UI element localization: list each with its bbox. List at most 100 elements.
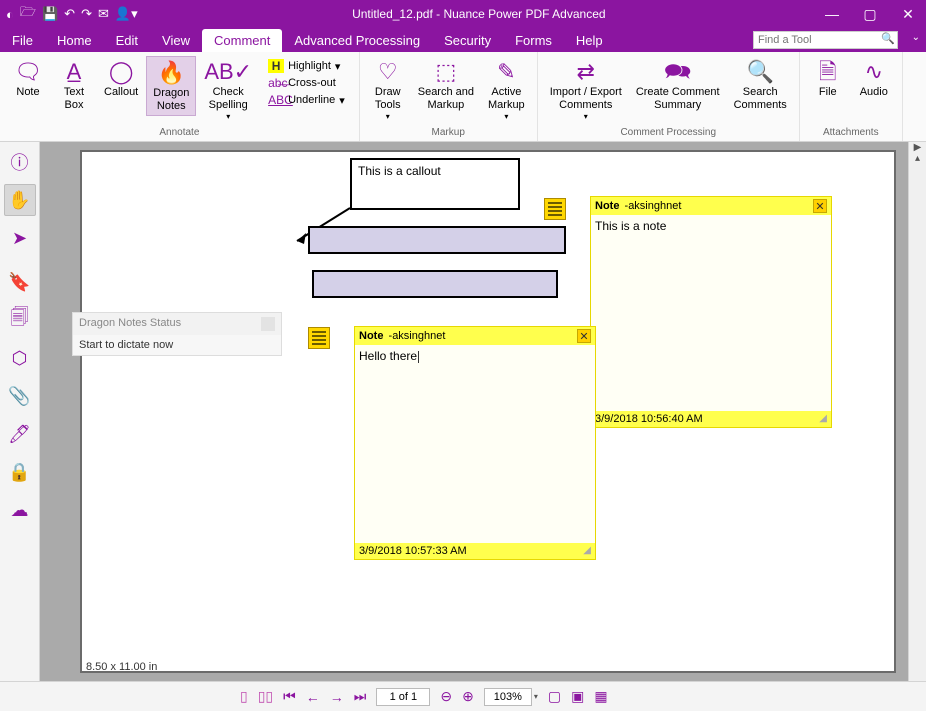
underline-icon: ABC (268, 93, 284, 107)
scroll-right-icon[interactable]: ▶ (909, 142, 926, 153)
draw-icon: ♡ (378, 58, 398, 86)
tool-arrow[interactable]: ➤ (4, 222, 36, 254)
text-caret (418, 351, 419, 363)
zoom-in-icon[interactable]: ⊕ (462, 688, 474, 705)
ribbon-attach-audio[interactable]: ∿Audio (852, 56, 896, 101)
sticky-note-1[interactable]: Note - aksinghnet ✕ This is a note 3/9/2… (590, 196, 832, 428)
ribbon-highlight[interactable]: HHighlight ▾ (264, 58, 349, 74)
qat-save-icon[interactable]: 💾 (42, 6, 58, 22)
status-bar: ▯ ▯▯ ⏮ ← → ⏭ ⊖ ⊕ ▾ ▢ ▣ ▦ (0, 681, 926, 711)
highlight-icon: H (268, 59, 284, 73)
dragon-panel-title: Dragon Notes Status (79, 317, 181, 331)
zoom-out-icon[interactable]: ⊖ (440, 688, 452, 705)
summary-icon: 🗪 (664, 58, 691, 86)
tool-lock[interactable]: 🔒 (4, 456, 36, 488)
ribbon-note[interactable]: 🗨Note (6, 56, 50, 101)
group-markup-label: Markup (432, 126, 465, 139)
layout-1-icon[interactable]: ▢ (548, 688, 561, 705)
qat-redo-icon[interactable]: ↷ (81, 6, 92, 22)
nav-first-icon[interactable]: ⏮ (283, 688, 296, 705)
sticky-note-2-close[interactable]: ✕ (577, 329, 591, 343)
file-icon: 🗎 (819, 58, 837, 86)
tool-cloud[interactable]: ☁ (4, 494, 36, 526)
form-field-1[interactable] (308, 226, 566, 254)
ribbon-expand-icon[interactable]: ⌄ (912, 32, 920, 43)
sticky-note-2[interactable]: Note - aksinghnet ✕ Hello there 3/9/2018… (354, 326, 596, 560)
sticky-note-1-footer: 3/9/2018 10:56:40 AM◢ (591, 411, 831, 427)
nav-last-icon[interactable]: ⏭ (354, 688, 367, 705)
qat-undo-icon[interactable]: ↶ (64, 6, 75, 22)
ribbon-search-markup[interactable]: ⬚Search and Markup (412, 56, 480, 114)
ribbon-draw-tools[interactable]: ♡Draw Tools▾ (366, 56, 410, 124)
sticky-note-icon-2[interactable] (308, 327, 330, 349)
maximize-button[interactable]: ▢ (852, 0, 888, 28)
tool-pages[interactable]: 🗐 (4, 304, 36, 336)
ribbon-search-comments[interactable]: 🔍Search Comments (728, 56, 793, 114)
ribbon-underline[interactable]: ABCUnderline ▾ (264, 92, 349, 108)
ribbon-spelling[interactable]: AB✓Check Spelling▾ (198, 56, 258, 124)
layout-2-icon[interactable]: ▣ (571, 688, 584, 705)
search-comments-icon: 🔍 (746, 58, 773, 86)
menu-forms[interactable]: Forms (503, 29, 564, 52)
app-icon: ◐ (6, 7, 14, 22)
workspace: ⓘ ✋ ➤ 🔖 🗐 ⬡ 📎 🖊 🔒 ☁ This is a callout No… (0, 142, 926, 681)
ribbon-crossout[interactable]: ab̶c̶Cross-out (264, 75, 349, 91)
nav-prev-icon[interactable]: ← (306, 689, 320, 705)
zoom-input[interactable] (484, 688, 532, 706)
ribbon-dragon-notes[interactable]: 🔥Dragon Notes (146, 56, 196, 116)
form-field-2[interactable] (312, 270, 558, 298)
side-tools-panel: ⓘ ✋ ➤ 🔖 🗐 ⬡ 📎 🖊 🔒 ☁ (0, 142, 40, 681)
qat-mail-icon[interactable]: ✉ (98, 6, 109, 22)
ribbon-import-export[interactable]: ⇄Import / Export Comments▾ (544, 56, 628, 124)
textbox-icon: A̲ (67, 58, 82, 86)
page-number-input[interactable] (376, 688, 430, 706)
tool-sign[interactable]: 🖊 (4, 418, 36, 450)
menu-edit[interactable]: Edit (104, 29, 150, 52)
ribbon-attach-file[interactable]: 🗎File (806, 56, 850, 101)
callout-annotation[interactable]: This is a callout (350, 158, 520, 210)
view-single-icon[interactable]: ▯ (240, 688, 248, 705)
ribbon-textbox[interactable]: A̲Text Box (52, 56, 96, 114)
dragon-icon: 🔥 (158, 59, 185, 87)
qat-open-icon[interactable]: 🗁 (20, 3, 36, 25)
sticky-note-1-body[interactable]: This is a note (591, 215, 831, 411)
sticky-note-1-close[interactable]: ✕ (813, 199, 827, 213)
menu-bar: File Home Edit View Comment Advanced Pro… (0, 28, 926, 52)
menu-view[interactable]: View (150, 29, 202, 52)
resize-handle[interactable]: ◢ (583, 545, 591, 557)
menu-advanced[interactable]: Advanced Processing (282, 29, 432, 52)
resize-handle[interactable]: ◢ (819, 413, 827, 425)
nav-next-icon[interactable]: → (330, 689, 344, 705)
dragon-panel-toggle[interactable] (261, 317, 275, 331)
document-area: This is a callout Note - aksinghnet ✕ Th… (40, 142, 926, 681)
view-continuous-icon[interactable]: ▯▯ (258, 688, 273, 705)
ribbon-callout[interactable]: ◯Callout (98, 56, 144, 101)
menu-help[interactable]: Help (564, 29, 615, 52)
search-markup-icon: ⬚ (435, 58, 456, 86)
sticky-note-1-header[interactable]: Note - aksinghnet ✕ (591, 197, 831, 215)
ribbon-active-markup[interactable]: ✎Active Markup▾ (482, 56, 531, 124)
tool-bookmark[interactable]: 🔖 (4, 266, 36, 298)
ribbon-comment-summary[interactable]: 🗪Create Comment Summary (630, 56, 726, 114)
tool-search-input[interactable] (753, 31, 898, 49)
scroll-up-icon[interactable]: ▴ (909, 153, 926, 164)
sticky-note-2-body[interactable]: Hello there (355, 345, 595, 543)
sticky-note-2-header[interactable]: Note - aksinghnet ✕ (355, 327, 595, 345)
vertical-scrollbar[interactable]: ▶ ▴ (908, 142, 926, 681)
tool-stamp[interactable]: ⬡ (4, 342, 36, 374)
group-attachments-label: Attachments (823, 126, 879, 139)
menu-comment[interactable]: Comment (202, 29, 282, 52)
tool-hand[interactable]: ✋ (4, 184, 36, 216)
search-icon[interactable]: 🔍 (881, 32, 895, 45)
layout-3-icon[interactable]: ▦ (594, 688, 607, 705)
tool-info[interactable]: ⓘ (4, 146, 36, 178)
minimize-button[interactable]: — (814, 0, 850, 28)
qat-user-icon[interactable]: 👤▾ (115, 6, 138, 22)
menu-file[interactable]: File (0, 29, 45, 52)
tool-clip[interactable]: 📎 (4, 380, 36, 412)
close-button[interactable]: ✕ (890, 0, 926, 28)
callout-icon: ◯ (109, 58, 134, 86)
menu-home[interactable]: Home (45, 29, 104, 52)
sticky-note-icon-1[interactable] (544, 198, 566, 220)
menu-security[interactable]: Security (432, 29, 503, 52)
